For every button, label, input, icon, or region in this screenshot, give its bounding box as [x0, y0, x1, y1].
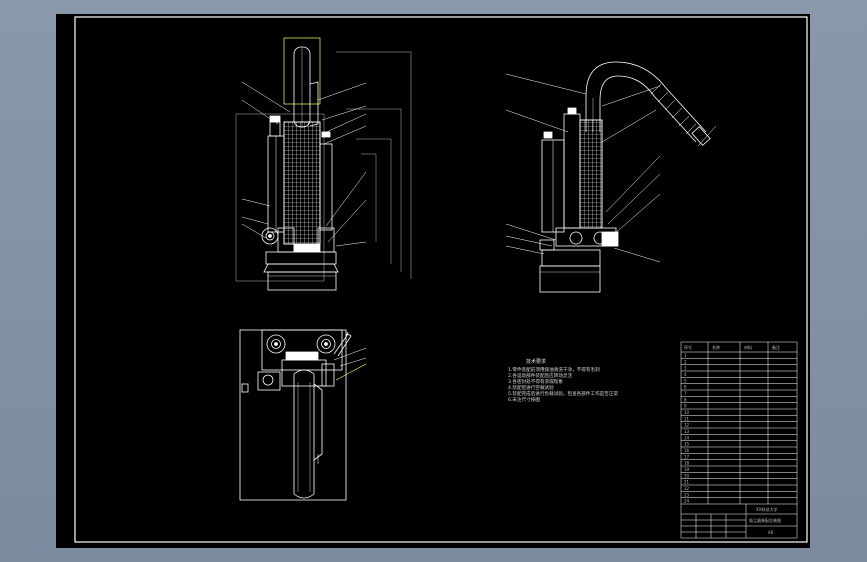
bom-cell: 10 — [684, 410, 690, 415]
bom-table: 123456789101112131415161718192021222324 — [680, 341, 798, 539]
bom-cell: 14 — [684, 435, 690, 440]
technical-notes: 技术要求 1.零件装配前须用煤油清洗干净，不得有毛刺 2.各运动部件装配后应转动… — [508, 358, 618, 403]
bom-header-name: 名称 — [712, 344, 720, 350]
side-view — [505, 61, 717, 293]
bom-cell: 9 — [684, 404, 687, 409]
bom-cell: 17 — [684, 454, 690, 459]
bom-header-no: 序号 — [684, 344, 692, 350]
title-block-school: XX科技大学 — [756, 506, 777, 512]
bom-cell: 24 — [684, 499, 690, 504]
bom-cell: 8 — [684, 397, 687, 402]
drawing-canvas: 技术要求 1.零件装配前须用煤油清洗干净，不得有毛刺 2.各运动部件装配后应转动… — [74, 16, 808, 543]
bom-cell: 19 — [684, 467, 690, 472]
title-block-drawing-name: 吸尘器装配总装图 — [749, 517, 781, 523]
bom-header-remark: 备注 — [772, 344, 780, 350]
note-line: 2.各运动部件装配后应转动灵活 — [508, 372, 573, 379]
bom-cell: 12 — [684, 423, 690, 428]
front-view — [235, 37, 412, 291]
bom-header: 序号 名称 材料 备注 — [684, 344, 780, 350]
bom-cell: 21 — [684, 480, 690, 485]
side-hose-outer — [599, 75, 697, 143]
bom-cell: 15 — [684, 442, 690, 447]
bom-cell: 1 — [684, 353, 687, 358]
bom-cell: 4 — [684, 372, 687, 377]
side-hose-inner — [585, 61, 707, 133]
front-filter — [283, 121, 321, 245]
notes-title: 技术要求 — [526, 358, 546, 365]
bom-cell: 22 — [684, 486, 690, 491]
note-line: 6.未注尺寸按图 — [508, 396, 540, 403]
note-line: 5.装配完成后进行负载试验，检查各部件工作是否正常 — [508, 390, 618, 397]
bom-cell: 3 — [684, 366, 687, 371]
bom-cell: 2 — [684, 359, 687, 364]
bom-rows: 123456789101112131415161718192021222324 — [681, 351, 797, 504]
bom-cell: 11 — [684, 416, 690, 421]
note-line: 1.零件装配前须用煤油清洗干净，不得有毛刺 — [508, 366, 600, 373]
bom-header-material: 材料 — [744, 344, 752, 350]
bom-cell: 5 — [684, 378, 687, 383]
bom-cell: 6 — [684, 385, 687, 390]
bom-cell: 23 — [684, 492, 690, 497]
drawing-frame — [74, 16, 808, 543]
top-tube — [293, 369, 315, 499]
cad-viewport[interactable]: 技术要求 1.零件装配前须用煤油清洗干净，不得有毛刺 2.各运动部件装配后应转动… — [0, 0, 867, 562]
side-filter — [579, 119, 603, 229]
top-view — [239, 329, 367, 501]
note-line: 4.装配后进行空载试验 — [508, 384, 554, 391]
note-line: 3.各密封处不得有渗漏现象 — [508, 378, 563, 385]
bom-cell: 13 — [684, 429, 690, 434]
bom-cell: 16 — [684, 448, 690, 453]
title-block: XX科技大学 吸尘器装配总装图 A0 — [749, 506, 781, 535]
drawing-sheet[interactable]: 技术要求 1.零件装配前须用煤油清洗干净，不得有毛刺 2.各运动部件装配后应转动… — [56, 14, 810, 548]
bom-cell: 20 — [684, 473, 690, 478]
bom-cell: 18 — [684, 461, 690, 466]
title-block-sheet-no: A0 — [768, 530, 774, 535]
bom-cell: 7 — [684, 391, 687, 396]
